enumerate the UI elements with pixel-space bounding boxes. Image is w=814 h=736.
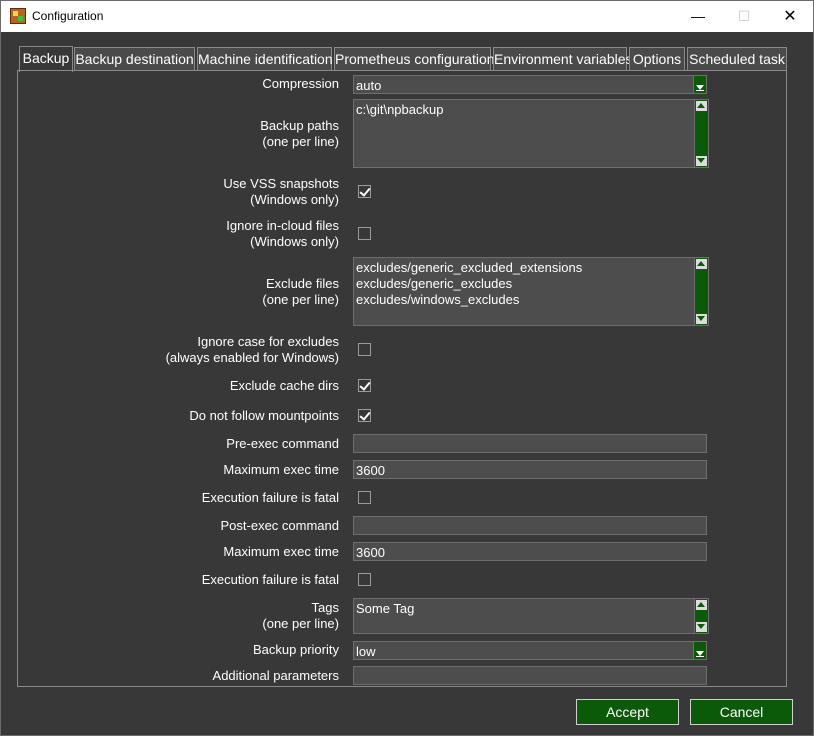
exclude-files-textarea[interactable]: excludes/generic_excluded_extensions exc… bbox=[353, 257, 709, 326]
ignore-cloud-hint: (Windows only) bbox=[250, 234, 339, 249]
exclude-files-value: excludes/generic_excluded_extensions exc… bbox=[356, 260, 583, 307]
backup-paths-label: Backup paths bbox=[260, 118, 339, 133]
tab-environment-variables[interactable]: Environment variables bbox=[493, 47, 633, 71]
priority-select[interactable]: low bbox=[353, 641, 707, 660]
post-max-time-label: Maximum exec time bbox=[223, 544, 339, 559]
tags-scrollbar[interactable] bbox=[694, 599, 708, 633]
ignore-case-checkbox[interactable] bbox=[358, 343, 371, 356]
ignore-case-hint: (always enabled for Windows) bbox=[165, 350, 339, 365]
backup-paths-hint: (one per line) bbox=[262, 134, 339, 149]
close-button[interactable]: ✕ bbox=[767, 1, 813, 32]
post-exec-label: Post-exec command bbox=[220, 518, 340, 533]
compression-select[interactable]: auto bbox=[353, 75, 707, 94]
pre-exec-input[interactable] bbox=[353, 434, 707, 453]
exclude-files-scrollbar[interactable] bbox=[694, 258, 708, 325]
pre-fatal-checkbox[interactable] bbox=[358, 491, 371, 504]
chevron-down-icon[interactable] bbox=[693, 642, 706, 659]
pre-max-time-value: 3600 bbox=[356, 463, 385, 478]
tags-value: Some Tag bbox=[356, 601, 415, 616]
tab-options[interactable]: Options bbox=[629, 47, 685, 71]
maximize-button[interactable]: ☐ bbox=[721, 1, 767, 32]
cancel-button[interactable]: Cancel bbox=[690, 699, 793, 725]
post-max-time-value: 3600 bbox=[356, 545, 385, 560]
tab-scheduled-task[interactable]: Scheduled task bbox=[687, 47, 787, 71]
pre-max-time-input[interactable]: 3600 bbox=[353, 460, 707, 479]
ignore-cloud-checkbox[interactable] bbox=[358, 227, 371, 240]
no-mountpoints-label: Do not follow mountpoints bbox=[189, 408, 339, 423]
scroll-up-icon[interactable] bbox=[696, 259, 707, 269]
scroll-up-icon[interactable] bbox=[696, 101, 707, 111]
additional-params-input[interactable] bbox=[353, 666, 707, 685]
tab-backup[interactable]: Backup bbox=[19, 46, 73, 72]
exclude-cache-label: Exclude cache dirs bbox=[229, 378, 339, 393]
scroll-down-icon[interactable] bbox=[696, 622, 707, 632]
backup-paths-scrollbar[interactable] bbox=[694, 100, 708, 167]
compression-label: Compression bbox=[262, 76, 339, 91]
pre-fatal-label: Execution failure is fatal bbox=[201, 490, 339, 505]
compression-value: auto bbox=[356, 78, 382, 93]
accept-button[interactable]: Accept bbox=[576, 699, 679, 725]
exclude-files-label: Exclude files bbox=[266, 276, 339, 291]
priority-label: Backup priority bbox=[253, 642, 339, 657]
scroll-down-icon[interactable] bbox=[696, 314, 707, 324]
title-bar: Configuration — ☐ ✕ bbox=[1, 1, 813, 32]
minimize-button[interactable]: — bbox=[675, 1, 721, 32]
tab-backup-destination[interactable]: Backup destination bbox=[74, 47, 195, 71]
post-fatal-checkbox[interactable] bbox=[358, 573, 371, 586]
use-vss-label: Use VSS snapshots bbox=[223, 176, 339, 191]
backup-paths-textarea[interactable]: c:\git\npbackup bbox=[353, 99, 709, 168]
tags-textarea[interactable]: Some Tag bbox=[353, 598, 709, 634]
tab-prometheus-configuration[interactable]: Prometheus configuration bbox=[334, 47, 495, 71]
use-vss-hint: (Windows only) bbox=[250, 192, 339, 207]
scroll-down-icon[interactable] bbox=[696, 156, 707, 166]
tags-label: Tags bbox=[311, 600, 339, 615]
scroll-up-icon[interactable] bbox=[696, 600, 707, 610]
chevron-down-icon[interactable] bbox=[693, 76, 706, 93]
priority-value: low bbox=[356, 644, 376, 659]
ignore-cloud-label: Ignore in-cloud files bbox=[226, 218, 339, 233]
pre-max-time-label: Maximum exec time bbox=[223, 462, 339, 477]
ignore-case-label: Ignore case for excludes bbox=[197, 334, 339, 349]
post-exec-input[interactable] bbox=[353, 516, 707, 535]
tab-machine-identification[interactable]: Machine identification bbox=[197, 47, 333, 71]
configuration-window: Configuration — ☐ ✕ Backup Backup destin… bbox=[0, 0, 814, 736]
tags-hint: (one per line) bbox=[262, 616, 339, 631]
use-vss-checkbox[interactable] bbox=[358, 185, 371, 198]
post-max-time-input[interactable]: 3600 bbox=[353, 542, 707, 561]
post-fatal-label: Execution failure is fatal bbox=[201, 572, 339, 587]
additional-params-label: Additional parameters bbox=[212, 668, 339, 683]
no-mountpoints-checkbox[interactable] bbox=[358, 409, 371, 422]
pre-exec-label: Pre-exec command bbox=[226, 436, 339, 451]
window-title: Configuration bbox=[32, 9, 104, 23]
backup-paths-value: c:\git\npbackup bbox=[356, 102, 444, 117]
exclude-cache-checkbox[interactable] bbox=[358, 379, 371, 392]
exclude-files-hint: (one per line) bbox=[262, 292, 339, 307]
app-icon bbox=[10, 8, 26, 24]
